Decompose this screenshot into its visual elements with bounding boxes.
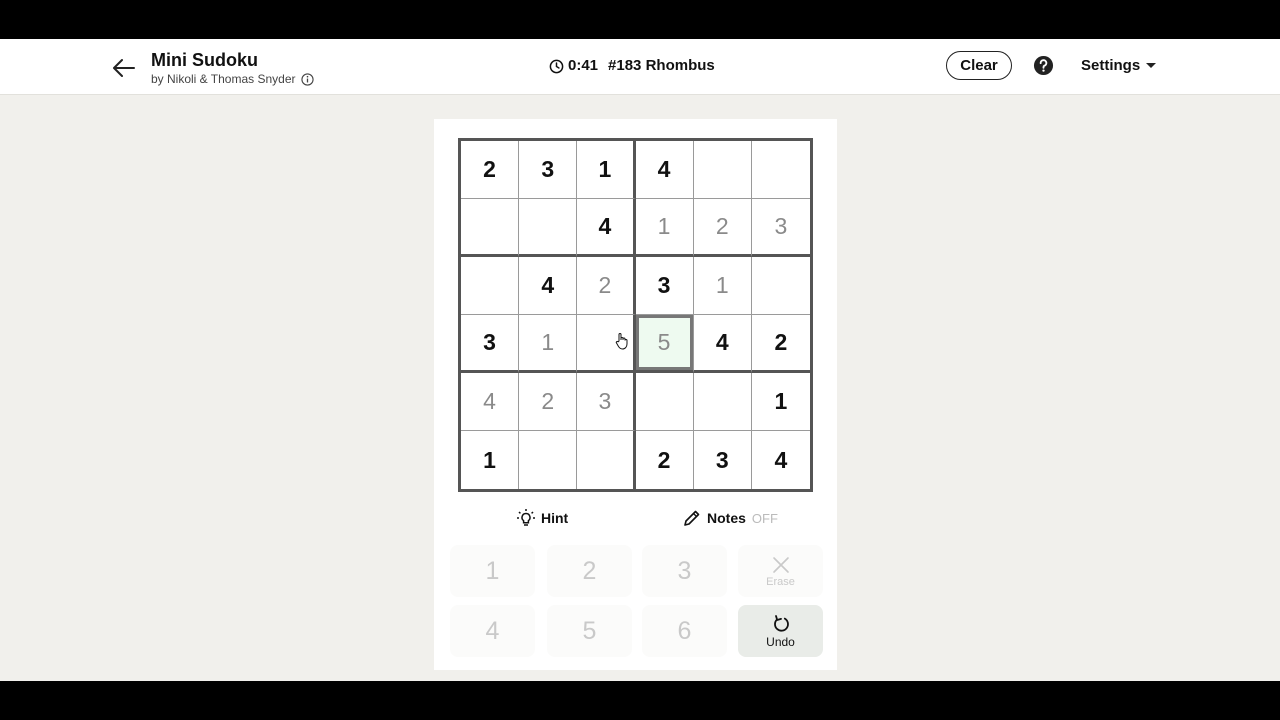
key-2[interactable]: 2	[547, 545, 632, 597]
board-cell-r4c5[interactable]: 4	[693, 315, 752, 373]
board-cell-r6c3[interactable]	[577, 431, 636, 489]
key-3[interactable]: 3	[642, 545, 727, 597]
undo-label: Undo	[766, 634, 795, 649]
board-cell-r5c1[interactable]: 4	[461, 373, 520, 431]
board-cell-r3c1[interactable]	[461, 257, 520, 315]
back-arrow-icon[interactable]	[108, 52, 140, 84]
caret-down-icon	[1146, 63, 1157, 68]
key-4[interactable]: 4	[450, 605, 535, 657]
tool-row: Hint Notes OFF	[434, 506, 837, 530]
board-cell-r5c6[interactable]: 1	[751, 373, 810, 431]
puzzle-status: 0:41 #183 Rhombus	[549, 56, 715, 76]
board-cell-r4c1[interactable]: 3	[461, 315, 520, 373]
key-6[interactable]: 6	[642, 605, 727, 657]
board-cell-r5c5[interactable]	[693, 373, 752, 431]
board-cell-r1c3[interactable]: 1	[577, 141, 636, 199]
undo-button[interactable]: Undo	[738, 605, 823, 657]
top-bar: Mini Sudoku by Nikoli & Thomas Snyder 0:…	[0, 39, 1280, 95]
erase-button[interactable]: Erase	[738, 545, 823, 597]
byline: by Nikoli & Thomas Snyder	[151, 72, 314, 86]
board-cell-r4c4[interactable]: 5	[635, 315, 694, 373]
board-cell-r5c4[interactable]	[635, 373, 694, 431]
clock-icon	[549, 59, 564, 73]
pencil-icon	[684, 510, 700, 526]
board-cell-r4c6[interactable]: 2	[751, 315, 810, 373]
timer: 0:41	[568, 57, 599, 74]
author-credit: by Nikoli & Thomas Snyder	[151, 72, 296, 86]
notes-state: OFF	[751, 510, 778, 526]
pointer-hand-icon	[616, 333, 628, 350]
board-cell-r6c4[interactable]: 2	[636, 431, 694, 489]
board-cell-r2c2[interactable]	[519, 199, 578, 257]
board-cell-r3c5[interactable]: 1	[693, 257, 752, 315]
board-cell-r1c6[interactable]	[751, 141, 810, 199]
board-cell-r3c4[interactable]: 3	[635, 257, 694, 315]
puzzle-label: #183 Rhombus	[608, 57, 715, 74]
hint-button[interactable]: Hint	[516, 508, 568, 528]
board-cell-r2c4[interactable]: 1	[635, 199, 694, 257]
info-icon[interactable]	[300, 72, 314, 86]
board-cell-r6c1[interactable]: 1	[461, 431, 520, 489]
settings-label: Settings	[1081, 57, 1141, 74]
key-5[interactable]: 5	[547, 605, 632, 657]
board-cell-r5c3[interactable]: 3	[577, 373, 636, 431]
hint-label: Hint	[541, 510, 569, 526]
board-cell-r3c3[interactable]: 2	[577, 257, 636, 315]
board-cell-r3c2[interactable]: 4	[519, 257, 578, 315]
close-icon	[772, 556, 789, 573]
game-panel: 2314412342313154242311234 Hint Notes OFF…	[434, 119, 837, 670]
board-cell-r1c2[interactable]: 3	[519, 141, 578, 199]
lightbulb-icon	[517, 509, 535, 526]
board-cell-r2c1[interactable]	[461, 199, 520, 257]
notes-label: Notes	[707, 510, 746, 526]
title-block: Mini Sudoku by Nikoli & Thomas Snyder	[151, 49, 314, 86]
board-cell-r6c2[interactable]	[519, 431, 578, 489]
app-viewport: Mini Sudoku by Nikoli & Thomas Snyder 0:…	[0, 39, 1280, 681]
sudoku-board: 2314412342313154242311234	[458, 138, 813, 492]
number-keypad: 1 2 3 Erase 4 5 6 Undo	[450, 545, 824, 660]
game-title: Mini Sudoku	[151, 50, 258, 70]
help-icon[interactable]	[1033, 55, 1054, 76]
board-cell-r6c5[interactable]: 3	[694, 431, 752, 489]
board-cell-r1c1[interactable]: 2	[461, 141, 520, 199]
settings-menu[interactable]: Settings	[1081, 57, 1157, 74]
notes-toggle[interactable]: Notes OFF	[682, 508, 778, 528]
board-cell-r1c5[interactable]	[693, 141, 752, 199]
board-cell-r6c6[interactable]: 4	[752, 431, 810, 489]
clear-button[interactable]: Clear	[946, 51, 1012, 80]
key-1[interactable]: 1	[450, 545, 535, 597]
board-cell-r2c3[interactable]: 4	[577, 199, 636, 257]
undo-icon	[773, 614, 789, 632]
board-cell-r4c3[interactable]	[577, 315, 636, 373]
erase-label: Erase	[766, 575, 795, 588]
board-cell-r3c6[interactable]	[751, 257, 810, 315]
board-cell-r4c2[interactable]: 1	[519, 315, 578, 373]
board-cell-r2c6[interactable]: 3	[751, 199, 810, 257]
board-cell-r1c4[interactable]: 4	[635, 141, 694, 199]
board-cell-r2c5[interactable]: 2	[693, 199, 752, 257]
board-cell-r5c2[interactable]: 2	[519, 373, 578, 431]
